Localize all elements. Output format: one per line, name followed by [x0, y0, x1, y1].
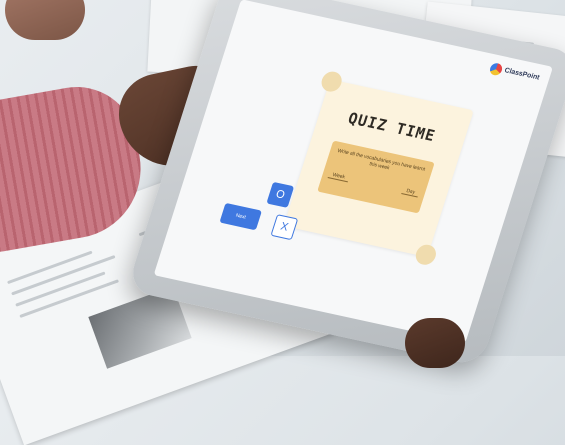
card-corner-decoration: [318, 69, 345, 94]
logo-text: ClassPoint: [503, 67, 541, 82]
quiz-question-box: Write all the vocabularies you have lear…: [317, 140, 435, 214]
card-corner-decoration: [413, 242, 439, 267]
hand-bottom-right: [405, 318, 465, 368]
logo-icon: [488, 62, 504, 77]
quiz-card: QUIZ TIME Write all the vocabularies you…: [283, 69, 474, 267]
next-button[interactable]: Next: [219, 202, 262, 231]
field-day: Day: [401, 187, 420, 198]
hand-top-left: [5, 0, 85, 40]
tablet-screen: ClassPoint QUIZ TIME Write all the vocab…: [153, 0, 553, 343]
app-logo: ClassPoint: [488, 62, 541, 84]
field-week: Week: [327, 171, 350, 183]
close-button[interactable]: X: [270, 214, 299, 241]
